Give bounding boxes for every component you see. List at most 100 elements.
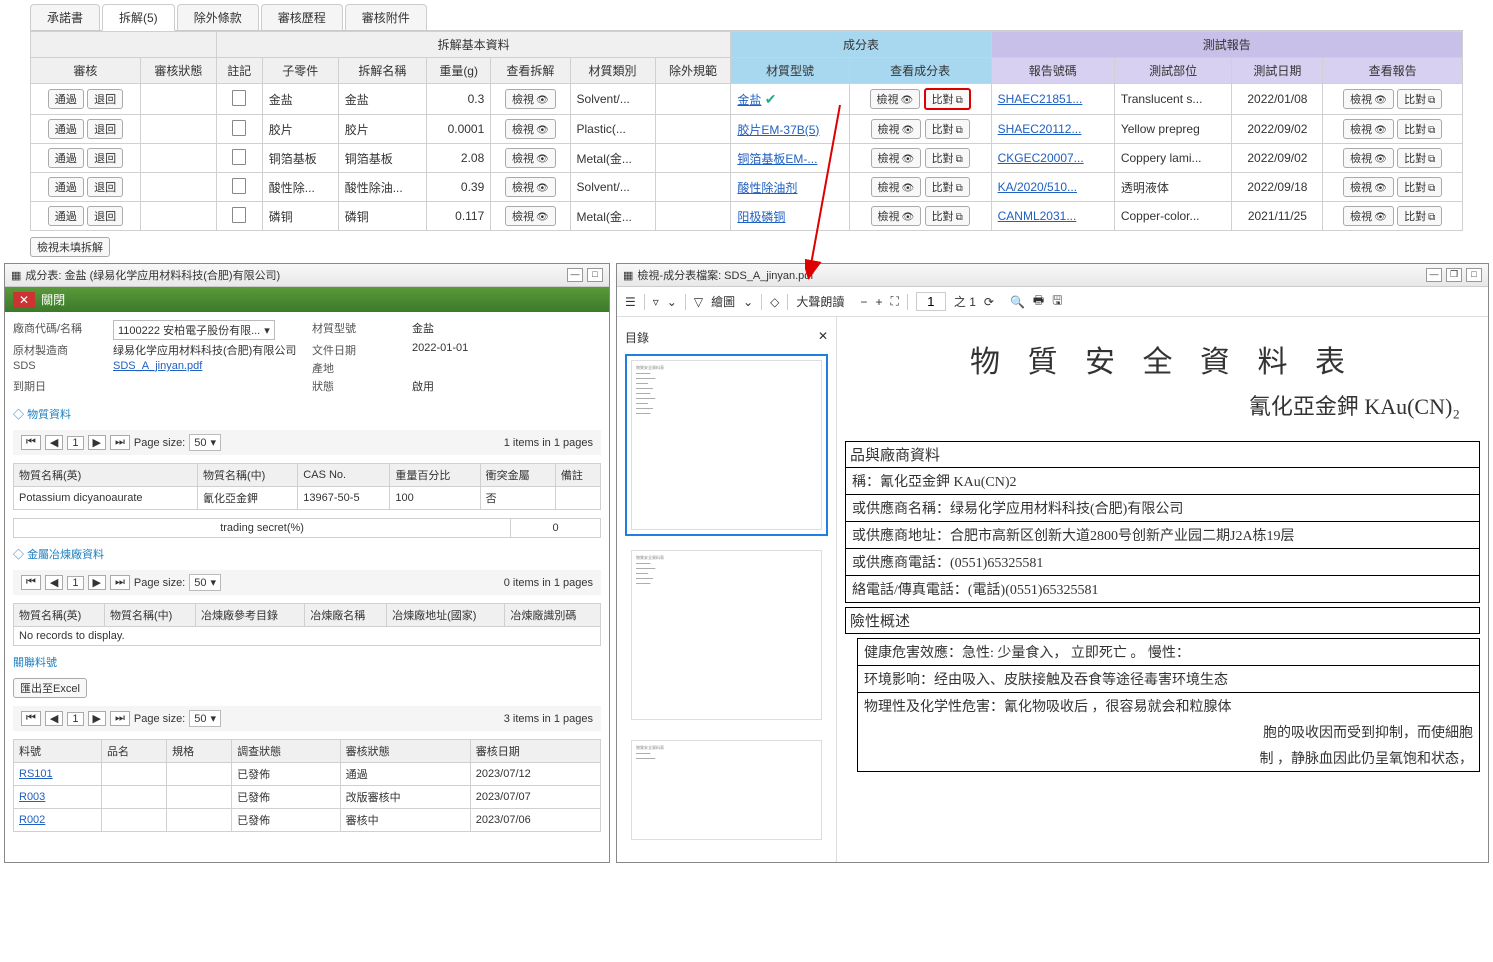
maximize-icon[interactable]: □ — [587, 268, 603, 282]
view-button[interactable]: 檢視 — [505, 148, 556, 168]
pager-first[interactable]: ⏮ — [21, 435, 41, 450]
reject-button[interactable]: 退回 — [87, 89, 123, 109]
tab-0[interactable]: 承諾書 — [30, 4, 100, 30]
document-icon[interactable] — [232, 178, 246, 194]
view-button[interactable]: 檢視 — [1343, 206, 1394, 226]
tab-2[interactable]: 除外條款 — [177, 4, 259, 30]
report-link[interactable]: KA/2020/510... — [998, 180, 1077, 194]
orig-mfr-value: 绿易化学应用材料科技(合肥)有限公司 — [113, 342, 302, 358]
view-button[interactable]: 檢視 — [1343, 89, 1394, 109]
view-button[interactable]: 檢視 — [505, 206, 556, 226]
page-thumbnail[interactable]: 物質安全資料表━━━━━━━━━━━━━━━━━━━━━━━━━━━━━━━━ — [625, 544, 828, 726]
compare-button[interactable]: 比對 — [925, 206, 970, 226]
reject-button[interactable]: 退回 — [87, 206, 123, 226]
table-row[interactable]: Potassium dicyanoaurate氰化亞金鉀13967-50-510… — [14, 487, 601, 510]
view-button[interactable]: 檢視 — [1343, 119, 1394, 139]
pass-button[interactable]: 通過 — [48, 177, 84, 197]
compare-button[interactable]: 比對 — [925, 148, 970, 168]
compare-button[interactable]: 比對 — [925, 177, 970, 197]
reject-button[interactable]: 退回 — [87, 148, 123, 168]
minimize-icon[interactable]: — — [567, 268, 583, 282]
table-row[interactable]: RS101已發佈通過2023/07/12 — [14, 763, 601, 786]
minimize-icon[interactable]: — — [1426, 268, 1442, 282]
compare-button[interactable]: 比對 — [1397, 177, 1442, 197]
maximize-icon[interactable]: □ — [1466, 268, 1482, 282]
close-sidebar-icon[interactable]: ✕ — [818, 329, 828, 346]
page-thumbnail[interactable]: 物質安全資料表━━━━━━━━━━━━━━ — [625, 734, 828, 846]
document-icon[interactable] — [232, 149, 246, 165]
page-size-select[interactable]: 50 ▾ — [189, 434, 221, 451]
compare-button[interactable]: 比對 — [1397, 206, 1442, 226]
document-icon[interactable] — [232, 120, 246, 136]
mat-model-link[interactable]: 阳极磷铜 — [737, 210, 785, 224]
view-button[interactable]: 檢視 — [505, 89, 556, 109]
compare-button[interactable]: 比對 — [1397, 148, 1442, 168]
mat-model-link[interactable]: 金盐 — [737, 93, 761, 107]
view-button[interactable]: 檢視 — [871, 148, 922, 168]
pager-prev[interactable]: ◀ — [45, 435, 63, 450]
zoom-out-icon[interactable]: − — [860, 295, 867, 309]
pass-button[interactable]: 通過 — [48, 206, 84, 226]
chevron-down-icon[interactable]: ⌄ — [743, 295, 753, 309]
view-button[interactable]: 檢視 — [505, 177, 556, 197]
restore-icon[interactable]: ❐ — [1446, 268, 1462, 282]
read-aloud-button[interactable]: 大聲朗讀 — [796, 293, 844, 310]
report-link[interactable]: SHAEC21851... — [998, 92, 1083, 106]
page-thumbnail[interactable]: 物質安全資料表━━━━━━━━━━━━━━━━━━━━━━━━━━━━━━━━━… — [625, 354, 828, 536]
view-unfilled-button[interactable]: 檢視未填拆解 — [30, 237, 110, 257]
zoom-in-icon[interactable]: + — [875, 295, 882, 309]
vendor-code-dropdown[interactable]: 1100222 安柏電子股份有限...▾ — [113, 320, 275, 340]
view-button[interactable]: 檢視 — [871, 119, 922, 139]
pager-info: 1 items in 1 pages — [504, 437, 593, 449]
document-icon[interactable] — [232, 90, 246, 106]
search-icon[interactable]: 🔍 — [1010, 295, 1025, 309]
view-button[interactable]: 檢視 — [505, 119, 556, 139]
chevron-down-icon: ▾ — [264, 324, 270, 337]
compare-button[interactable]: 比對 — [1397, 89, 1442, 109]
mat-model-link[interactable]: 酸性除油剂 — [737, 181, 797, 195]
rotate-icon[interactable]: ⟳ — [984, 295, 994, 309]
erase-icon[interactable]: ◇ — [770, 295, 779, 309]
reject-button[interactable]: 退回 — [87, 177, 123, 197]
pager-next[interactable]: ▶ — [88, 435, 106, 450]
tab-1[interactable]: 拆解(5) — [102, 4, 175, 31]
toc-icon[interactable]: ☰ — [625, 295, 636, 309]
export-excel-button[interactable]: 匯出至Excel — [13, 678, 87, 698]
compare-button[interactable]: 比對 — [1397, 119, 1442, 139]
pager-last[interactable]: ⏭ — [110, 435, 130, 450]
compare-button[interactable]: 比對 — [925, 119, 970, 139]
draw-button[interactable]: 繪圖 — [711, 293, 735, 310]
table-row[interactable]: R003已發佈改版審核中2023/07/07 — [14, 786, 601, 809]
print-icon[interactable]: 🖶 — [1033, 291, 1044, 312]
view-button[interactable]: 檢視 — [1343, 177, 1394, 197]
pass-button[interactable]: 通過 — [48, 148, 84, 168]
close-icon[interactable]: ✕ — [13, 292, 35, 308]
save-icon[interactable]: 🖫 — [1052, 291, 1062, 312]
page-input[interactable] — [916, 292, 946, 311]
report-link[interactable]: SHAEC20112... — [998, 122, 1082, 136]
pass-button[interactable]: 通過 — [48, 119, 84, 139]
tab-4[interactable]: 審核附件 — [345, 4, 427, 30]
tab-3[interactable]: 審核歷程 — [261, 4, 343, 30]
report-link[interactable]: CKGEC20007... — [998, 151, 1084, 165]
compare-button[interactable]: 比對 — [924, 88, 971, 110]
fit-icon[interactable]: ⛶ — [890, 294, 898, 309]
document-icon[interactable] — [232, 207, 246, 223]
view-button[interactable]: 檢視 — [870, 89, 921, 109]
view-button[interactable]: 檢視 — [871, 206, 922, 226]
view-button[interactable]: 檢視 — [1343, 148, 1394, 168]
window-icon: ▦ — [11, 269, 21, 282]
origin-label: 產地 — [312, 360, 402, 376]
reject-button[interactable]: 退回 — [87, 119, 123, 139]
highlighter-icon[interactable]: ▿ — [653, 295, 659, 309]
table-row: 通過 退回金盐金盐0.3檢視Solvent/...金盐 ✔檢視 比對SHAEC2… — [31, 84, 1463, 115]
chevron-down-icon[interactable]: ⌄ — [667, 295, 677, 309]
report-link[interactable]: CANML2031... — [998, 209, 1077, 223]
pen-icon[interactable]: ▽ — [694, 295, 703, 309]
pass-button[interactable]: 通過 — [48, 89, 84, 109]
close-button[interactable]: 關閉 — [41, 291, 65, 308]
related-table: 料號品名規格調查狀態審核狀態審核日期 RS101已發佈通過2023/07/12R… — [13, 739, 601, 832]
view-button[interactable]: 檢視 — [871, 177, 922, 197]
table-row[interactable]: R002已發佈審核中2023/07/06 — [14, 809, 601, 832]
sds-link[interactable]: SDS_A_jinyan.pdf — [113, 360, 302, 376]
